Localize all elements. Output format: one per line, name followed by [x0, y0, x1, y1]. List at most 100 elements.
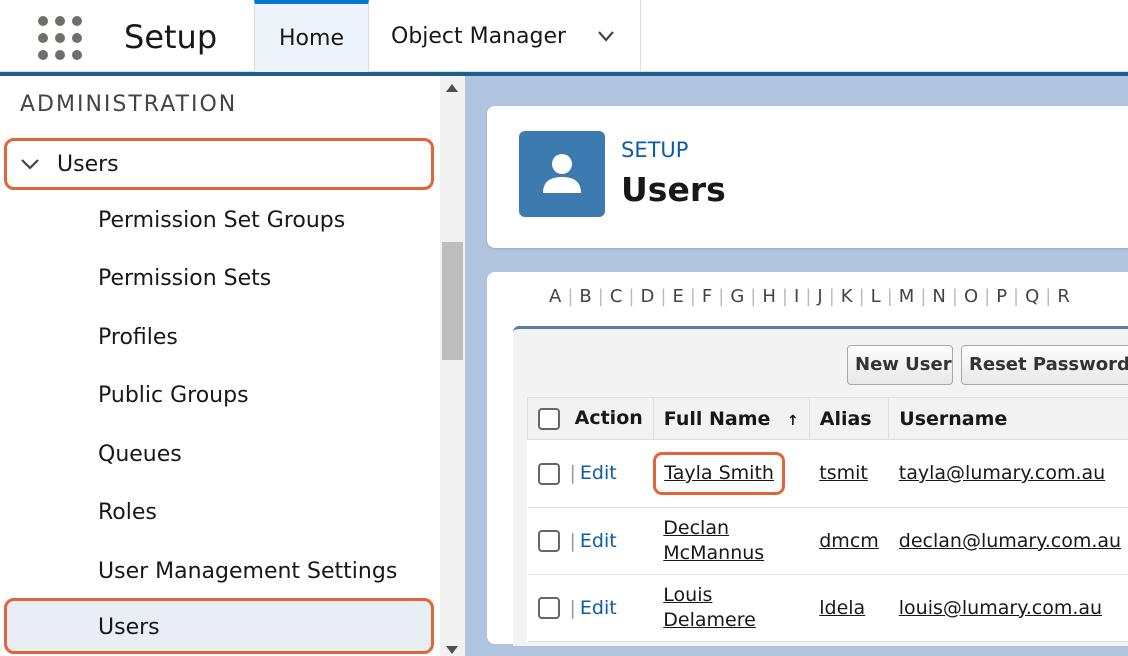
edit-link[interactable]: Edit [580, 530, 617, 552]
alphabet-letter-q[interactable]: Q [1025, 286, 1039, 307]
alphabet-letter-k[interactable]: K [841, 286, 853, 307]
row-checkbox[interactable] [537, 597, 560, 620]
new-user-button[interactable]: New User [847, 345, 953, 385]
app-launcher-icon[interactable] [38, 16, 82, 60]
page-header: SETUP Users [487, 106, 1128, 248]
alphabet-letter-e[interactable]: E [672, 286, 683, 307]
alphabet-letter-i[interactable]: I [794, 286, 799, 307]
alphabet-separator: | [660, 286, 667, 307]
sidebar-item-users-group[interactable]: Users [4, 138, 434, 190]
table-header-row: Action Full Name ↑ Alias Username [527, 397, 1128, 440]
users-table: Action Full Name ↑ Alias Username |Edit [527, 397, 1128, 642]
column-header-username[interactable]: Username [888, 397, 1128, 440]
sidebar-item-user-management-settings[interactable]: User Management Settings [98, 559, 397, 584]
column-label: Action [574, 407, 643, 430]
alphabet-separator: | [828, 286, 835, 307]
alphabet-letter-p[interactable]: P [996, 286, 1007, 307]
username-link[interactable]: louis@lumary.com.au [899, 597, 1102, 619]
app-title: Setup [124, 18, 218, 56]
alphabet-separator: | [951, 286, 958, 307]
sidebar-heading: ADMINISTRATION [20, 92, 238, 117]
separator: | [569, 529, 576, 552]
column-header-action: Action [527, 397, 654, 440]
tab-home[interactable]: Home [254, 0, 369, 72]
alphabet-letter-m[interactable]: M [899, 286, 915, 307]
alphabet-letter-o[interactable]: O [964, 286, 978, 307]
sidebar-scrollbar[interactable] [440, 76, 465, 656]
user-icon [519, 131, 605, 217]
alias-link[interactable]: tsmit [819, 462, 868, 484]
highlight-box: Tayla Smith [653, 452, 785, 495]
alphabet-separator: | [628, 286, 635, 307]
alphabet-separator: | [750, 286, 757, 307]
alphabet-letter-a[interactable]: A [549, 286, 561, 307]
full-name-link-line1[interactable]: Declan [663, 516, 799, 541]
row-checkbox[interactable] [537, 530, 560, 553]
page-title: Users [621, 170, 726, 209]
alphabet-separator: | [886, 286, 893, 307]
alphabet-separator: | [567, 286, 574, 307]
full-name-link-line2[interactable]: Delamere [663, 608, 799, 633]
alphabet-letter-h[interactable]: H [762, 286, 776, 307]
main-content: SETUP Users A | B | C | D | E | F | G | H | I | J | K | L | M | N |… [465, 76, 1128, 656]
users-list-panel: New User Reset Password(s) Action Full N… [513, 326, 1128, 646]
alias-link[interactable]: dmcm [819, 530, 879, 552]
table-row: | Edit Tayla Smith tsmit tayla@lumary.com… [527, 439, 1128, 508]
row-checkbox[interactable] [537, 462, 560, 485]
sidebar-item-users[interactable]: Users [4, 598, 434, 654]
full-name-link-line2[interactable]: McMannus [663, 541, 799, 566]
alphabet-separator: | [858, 286, 865, 307]
column-label: Alias [819, 407, 872, 430]
sort-ascending-icon: ↑ [787, 412, 799, 429]
setup-sidebar: ADMINISTRATION Users Permission Set Grou… [0, 76, 465, 656]
page-eyebrow: SETUP [621, 138, 689, 162]
tab-object-manager[interactable]: Object Manager [369, 0, 641, 72]
users-list-card: A | B | C | D | E | F | G | H | I | J | K | L | M | N | O | P | Q | R New … [487, 272, 1128, 646]
sidebar-item-queues[interactable]: Queues [98, 442, 182, 467]
alphabet-letter-d[interactable]: D [641, 286, 655, 307]
scroll-up-icon[interactable] [446, 84, 458, 92]
scroll-down-icon[interactable] [446, 646, 458, 654]
edit-link[interactable]: Edit [580, 462, 617, 484]
reset-password-button[interactable]: Reset Password(s) [961, 345, 1128, 385]
username-link[interactable]: tayla@lumary.com.au [899, 462, 1105, 484]
column-header-full-name[interactable]: Full Name ↑ [652, 397, 810, 440]
scrollbar-thumb[interactable] [442, 242, 463, 360]
alphabet-letter-g[interactable]: G [730, 286, 744, 307]
alphabet-filter: A | B | C | D | E | F | G | H | I | J | K | L | M | N | O | P | Q | R [549, 286, 1070, 307]
alphabet-letter-c[interactable]: C [610, 286, 623, 307]
alphabet-separator: | [984, 286, 991, 307]
alias-link[interactable]: ldela [819, 597, 865, 619]
sidebar-item-roles[interactable]: Roles [98, 500, 157, 525]
sidebar-item-profiles[interactable]: Profiles [98, 325, 178, 350]
full-name-link[interactable]: Tayla Smith [664, 462, 774, 484]
table-row: | Edit Declan McMannus dmcm declan@lumary.… [527, 507, 1128, 575]
select-all-checkbox[interactable] [538, 407, 560, 430]
alphabet-letter-n[interactable]: N [932, 286, 945, 307]
alphabet-separator: | [597, 286, 604, 307]
username-link[interactable]: declan@lumary.com.au [899, 530, 1121, 552]
alphabet-letter-j[interactable]: J [817, 286, 822, 307]
alphabet-letter-l[interactable]: L [871, 286, 881, 307]
sidebar-item-public-groups[interactable]: Public Groups [98, 383, 249, 408]
sidebar-item-label: Users [98, 615, 160, 640]
alphabet-letter-b[interactable]: B [579, 286, 591, 307]
sidebar-item-permission-set-groups[interactable]: Permission Set Groups [98, 208, 345, 233]
alphabet-letter-r[interactable]: R [1057, 286, 1070, 307]
alphabet-separator: | [805, 286, 812, 307]
chevron-down-icon[interactable] [19, 153, 41, 175]
separator: | [569, 596, 576, 619]
alphabet-separator: | [718, 286, 725, 307]
chevron-down-icon[interactable] [598, 28, 614, 44]
tab-object-manager-label: Object Manager [391, 23, 567, 49]
alphabet-letter-f[interactable]: F [702, 286, 712, 307]
full-name-link-line1[interactable]: Louis [663, 583, 799, 608]
edit-link[interactable]: Edit [580, 597, 617, 619]
alphabet-separator: | [781, 286, 788, 307]
sidebar-item-permission-sets[interactable]: Permission Sets [98, 266, 271, 291]
column-label: Full Name [663, 407, 771, 430]
alphabet-separator: | [689, 286, 696, 307]
separator: | [569, 462, 576, 485]
column-header-alias[interactable]: Alias [808, 397, 890, 440]
column-label: Username [899, 407, 1008, 430]
